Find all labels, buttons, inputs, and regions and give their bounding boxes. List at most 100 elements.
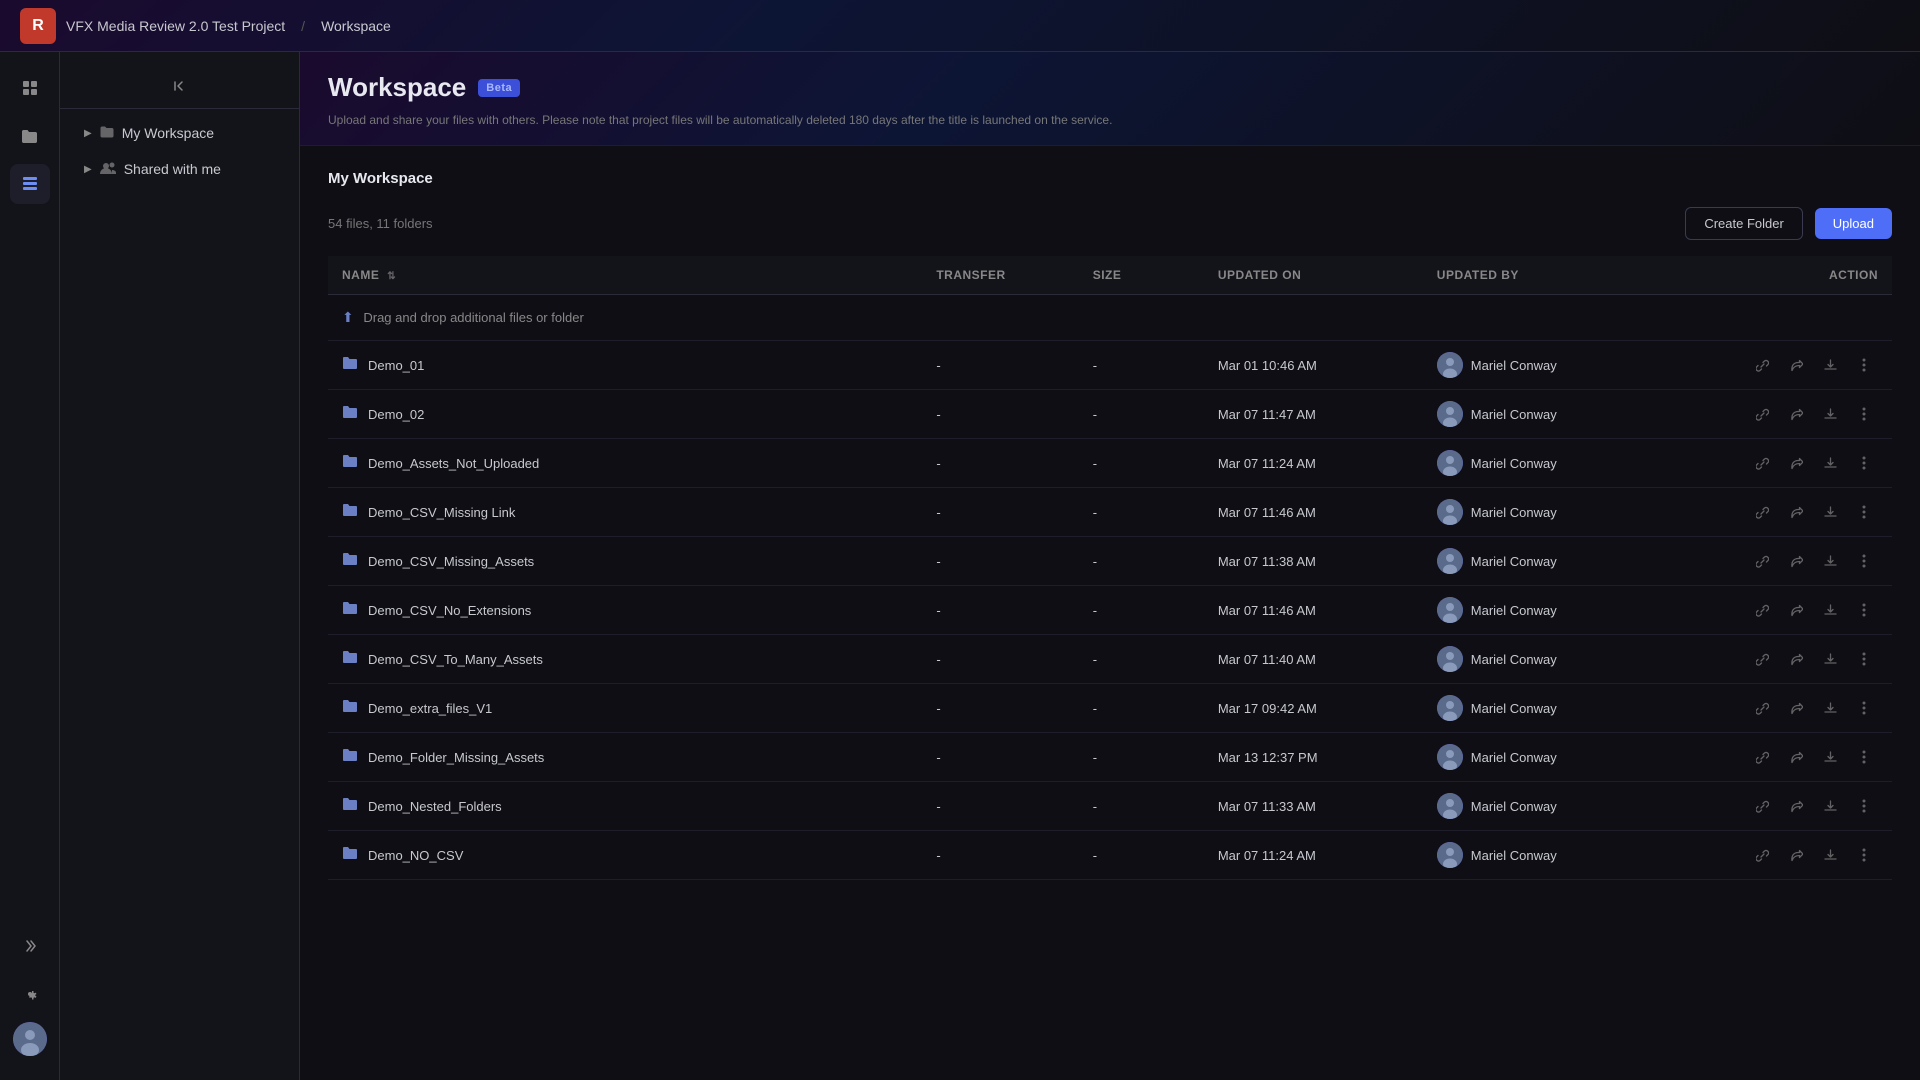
share-button-6[interactable] [1782,645,1810,673]
link-button-2[interactable] [1748,449,1776,477]
cell-updated-by-4: Mariel Conway [1423,537,1673,586]
more-button-9[interactable] [1850,792,1878,820]
cell-updated-on-3: Mar 07 11:46 AM [1204,488,1423,537]
more-button-1[interactable] [1850,400,1878,428]
folder-name-8[interactable]: Demo_Folder_Missing_Assets [368,750,544,765]
link-button-6[interactable] [1748,645,1776,673]
cell-name-5: Demo_CSV_No_Extensions [328,586,922,635]
link-button-9[interactable] [1748,792,1776,820]
more-button-4[interactable] [1850,547,1878,575]
cell-updated-on-10: Mar 07 11:24 AM [1204,831,1423,880]
folder-name-3[interactable]: Demo_CSV_Missing Link [368,505,515,520]
cell-updated-by-0: Mariel Conway [1423,341,1673,390]
user-avatar-2 [1437,450,1463,476]
cell-size-0: - [1079,341,1204,390]
sort-icon: ⇅ [387,271,396,282]
more-button-6[interactable] [1850,645,1878,673]
cell-transfer-10: - [922,831,1078,880]
folder-name-9[interactable]: Demo_Nested_Folders [368,799,502,814]
folder-name-0[interactable]: Demo_01 [368,358,424,373]
share-button-7[interactable] [1782,694,1810,722]
sidebar-icon-grid[interactable] [10,68,50,108]
link-button-5[interactable] [1748,596,1776,624]
share-button-8[interactable] [1782,743,1810,771]
cell-name-4: Demo_CSV_Missing_Assets [328,537,922,586]
folder-name-4[interactable]: Demo_CSV_Missing_Assets [368,554,534,569]
folder-name-6[interactable]: Demo_CSV_To_Many_Assets [368,652,543,667]
folder-name-10[interactable]: Demo_NO_CSV [368,848,463,863]
table-row: Demo_NO_CSV - - Mar 07 11:24 AM Mariel C… [328,831,1892,880]
more-button-0[interactable] [1850,351,1878,379]
more-button-7[interactable] [1850,694,1878,722]
share-button-2[interactable] [1782,449,1810,477]
share-button-10[interactable] [1782,841,1810,869]
user-avatar-sidebar[interactable] [13,1022,47,1056]
folder-name-7[interactable]: Demo_extra_files_V1 [368,701,492,716]
link-button-0[interactable] [1748,351,1776,379]
cell-action-4 [1673,537,1892,586]
cell-action-8 [1673,733,1892,782]
cell-name-7: Demo_extra_files_V1 [328,684,922,733]
cell-name-10: Demo_NO_CSV [328,831,922,880]
more-button-3[interactable] [1850,498,1878,526]
share-button-0[interactable] [1782,351,1810,379]
table-row: Demo_CSV_No_Extensions - - Mar 07 11:46 … [328,586,1892,635]
beta-badge: Beta [478,79,520,97]
folder-name-1[interactable]: Demo_02 [368,407,424,422]
share-button-5[interactable] [1782,596,1810,624]
cell-size-10: - [1079,831,1204,880]
sidebar-icon-workspace[interactable] [10,164,50,204]
link-button-7[interactable] [1748,694,1776,722]
link-button-8[interactable] [1748,743,1776,771]
download-button-9[interactable] [1816,792,1844,820]
cell-updated-on-4: Mar 07 11:38 AM [1204,537,1423,586]
more-button-10[interactable] [1850,841,1878,869]
nav-shared-with-me[interactable]: ▶ Shared with me [68,153,291,185]
create-folder-button[interactable]: Create Folder [1685,207,1802,240]
download-button-3[interactable] [1816,498,1844,526]
nav-my-workspace[interactable]: ▶ My Workspace [68,117,291,149]
more-button-5[interactable] [1850,596,1878,624]
nav-shared-label: Shared with me [124,161,221,177]
col-updated-by: Updated By [1423,256,1673,295]
user-name-10: Mariel Conway [1471,848,1557,863]
icon-sidebar [0,52,60,1080]
download-button-1[interactable] [1816,400,1844,428]
nav-sidebar: ▶ My Workspace ▶ Shared with me [60,52,300,1080]
app-logo[interactable]: R [20,8,56,44]
col-name[interactable]: Name ⇅ [328,256,922,295]
share-button-9[interactable] [1782,792,1810,820]
download-button-4[interactable] [1816,547,1844,575]
download-button-8[interactable] [1816,743,1844,771]
cell-name-1: Demo_02 [328,390,922,439]
more-button-8[interactable] [1850,743,1878,771]
download-button-7[interactable] [1816,694,1844,722]
share-button-3[interactable] [1782,498,1810,526]
folder-name-5[interactable]: Demo_CSV_No_Extensions [368,603,531,618]
download-button-10[interactable] [1816,841,1844,869]
folder-name-2[interactable]: Demo_Assets_Not_Uploaded [368,456,539,471]
cell-updated-on-5: Mar 07 11:46 AM [1204,586,1423,635]
user-name-0: Mariel Conway [1471,358,1557,373]
link-button-4[interactable] [1748,547,1776,575]
folder-icon-9 [342,797,358,815]
chevron-right-icon: ▶ [84,128,92,139]
download-button-2[interactable] [1816,449,1844,477]
table-row: Demo_CSV_Missing Link - - Mar 07 11:46 A… [328,488,1892,537]
link-button-10[interactable] [1748,841,1776,869]
more-button-2[interactable] [1850,449,1878,477]
share-button-1[interactable] [1782,400,1810,428]
cell-size-3: - [1079,488,1204,537]
share-button-4[interactable] [1782,547,1810,575]
link-button-1[interactable] [1748,400,1776,428]
cell-size-1: - [1079,390,1204,439]
upload-button[interactable]: Upload [1815,208,1892,239]
sidebar-icon-settings[interactable] [10,974,50,1014]
download-button-5[interactable] [1816,596,1844,624]
link-button-3[interactable] [1748,498,1776,526]
download-button-0[interactable] [1816,351,1844,379]
sidebar-icon-expand-collapse[interactable] [10,926,50,966]
download-button-6[interactable] [1816,645,1844,673]
sidebar-icon-folder[interactable] [10,116,50,156]
collapse-sidebar-button[interactable] [166,72,194,100]
